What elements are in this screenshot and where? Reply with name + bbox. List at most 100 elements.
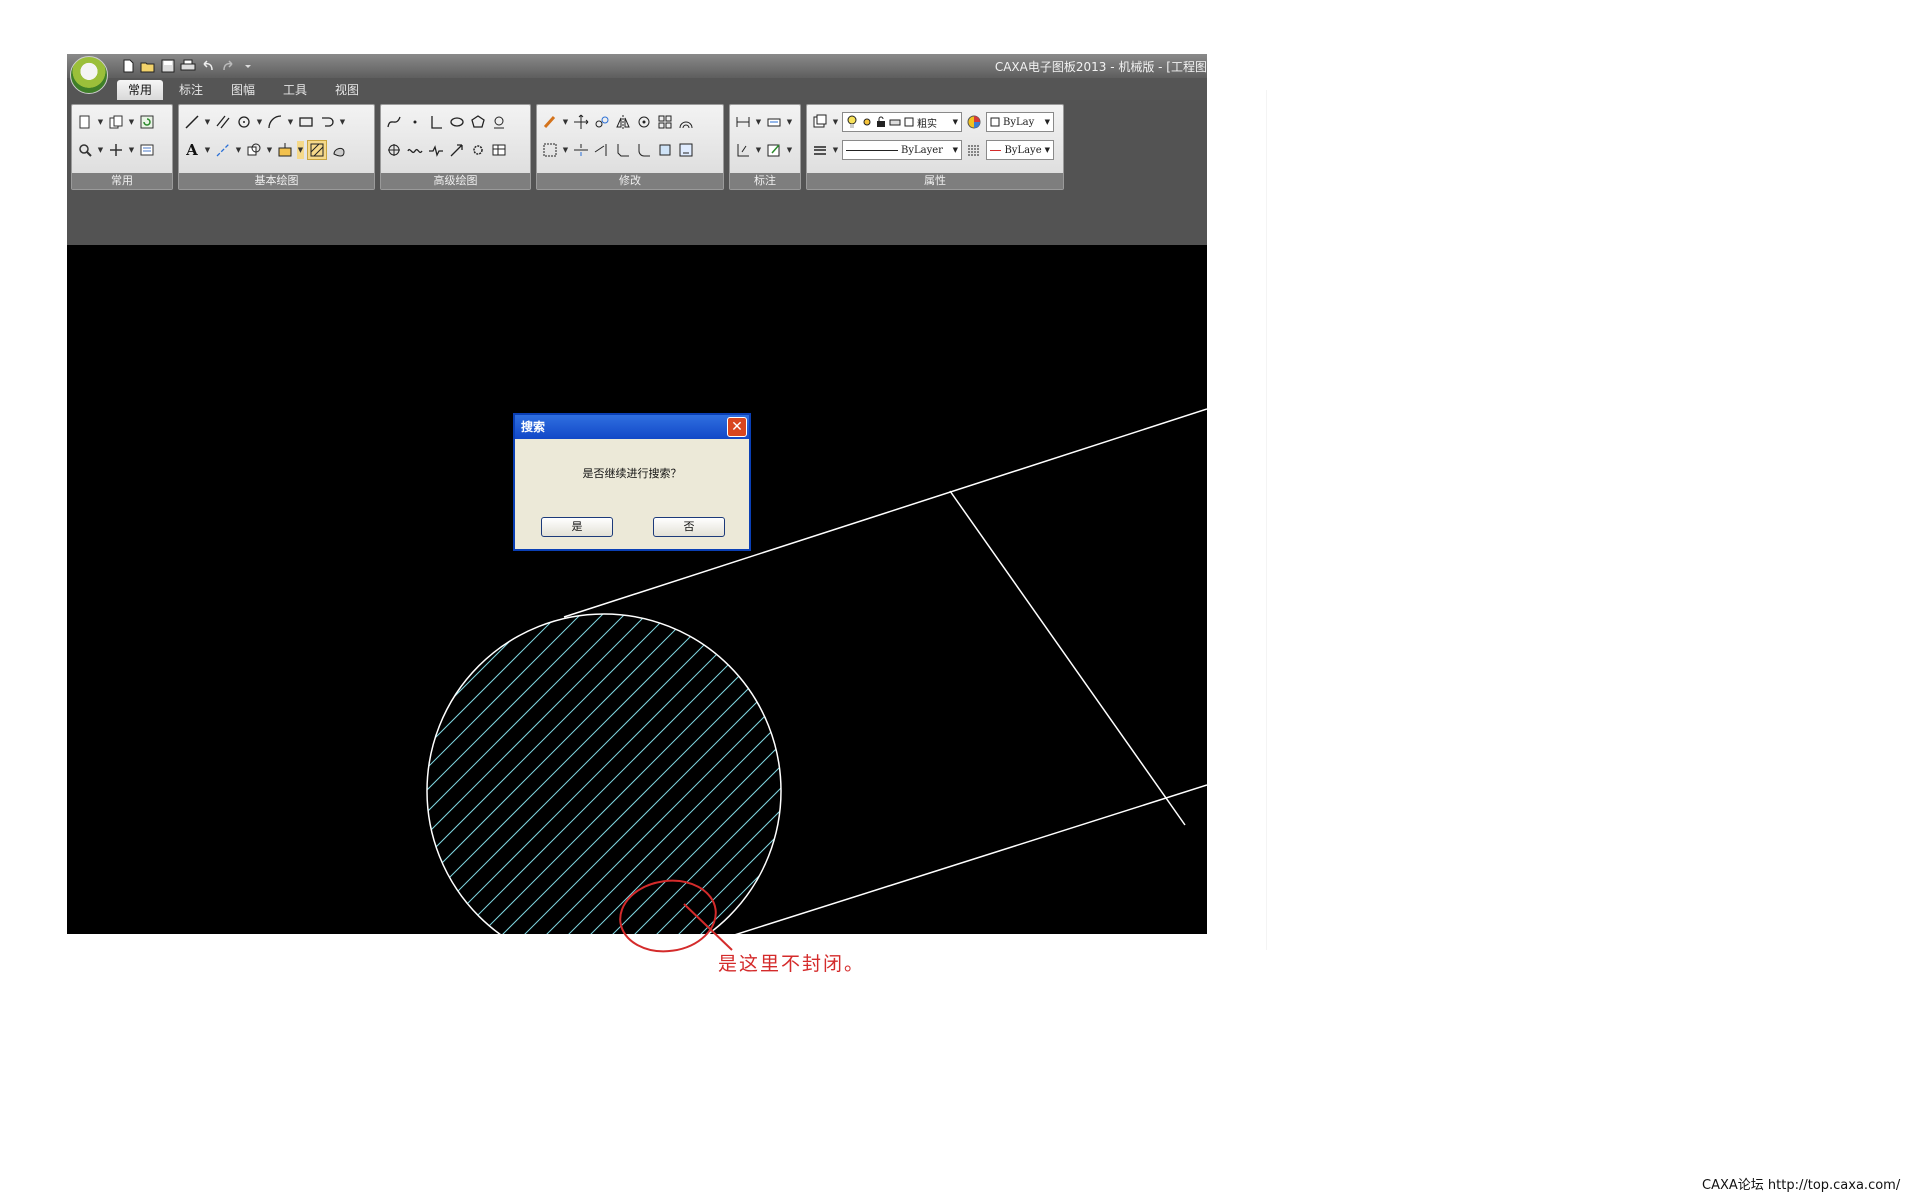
center-mark-icon[interactable]: [385, 141, 403, 159]
hatch-line: [427, 614, 561, 934]
copy-icon[interactable]: [107, 113, 125, 131]
dimension-icon[interactable]: [734, 113, 752, 131]
tab-shitu[interactable]: 视图: [327, 80, 367, 100]
coordinate-dimension-icon[interactable]: [734, 141, 752, 159]
arrow-icon[interactable]: [448, 141, 466, 159]
group-properties: ▼ 粗实 ▼ ByLay ▼ ▼ ByLayer ▼ ByLaye ▼ 属性: [806, 104, 1064, 190]
dropdown-arrow-icon[interactable]: ▼: [832, 113, 839, 131]
group-advanced-draw: 高级绘图: [380, 104, 531, 190]
group-common-row2: ▼ ▼: [76, 139, 156, 161]
no-button[interactable]: 否: [653, 517, 725, 537]
new-file-icon[interactable]: [119, 58, 137, 74]
select-window-icon[interactable]: [541, 141, 559, 159]
undo-icon[interactable]: [199, 58, 217, 74]
offset-icon[interactable]: [677, 113, 695, 131]
arc-icon[interactable]: [266, 113, 284, 131]
dropdown-arrow-icon[interactable]: ▼: [339, 113, 346, 131]
dropdown-arrow-icon[interactable]: ▼: [256, 113, 263, 131]
color-combo[interactable]: ByLay ▼: [986, 112, 1054, 132]
text-icon[interactable]: A: [183, 141, 201, 159]
layer-icon[interactable]: [811, 113, 829, 131]
hatch-line: [427, 614, 451, 934]
layer-combo[interactable]: 粗实 ▼: [842, 112, 962, 132]
circle-icon[interactable]: [235, 113, 253, 131]
application-menu-button[interactable]: [70, 56, 108, 94]
open-file-icon[interactable]: [139, 58, 157, 74]
line-icon[interactable]: [183, 113, 201, 131]
centerline-icon[interactable]: [214, 141, 232, 159]
move-icon[interactable]: [572, 113, 590, 131]
drawing-canvas[interactable]: [67, 245, 1207, 934]
tab-gongju[interactable]: 工具: [275, 80, 315, 100]
dropdown-arrow-icon[interactable]: ▼: [97, 141, 104, 159]
tab-tufu[interactable]: 图幅: [223, 80, 263, 100]
dropdown-arrow-icon[interactable]: ▼: [297, 141, 304, 159]
gear-icon[interactable]: [469, 141, 487, 159]
explode-icon[interactable]: [656, 141, 674, 159]
stretch-icon[interactable]: [677, 141, 695, 159]
close-icon[interactable]: ✕: [727, 417, 747, 437]
perpendicular-line-icon[interactable]: [427, 113, 445, 131]
edit-dimension-icon[interactable]: [765, 141, 783, 159]
yes-button[interactable]: 是: [541, 517, 613, 537]
wave-line-icon[interactable]: [406, 141, 424, 159]
qat-customize-icon[interactable]: [239, 58, 257, 74]
color-wheel-icon[interactable]: [965, 113, 983, 131]
mirror-icon[interactable]: [614, 113, 632, 131]
redo-icon[interactable]: [219, 58, 237, 74]
hatch-line: [753, 614, 781, 934]
group-dimension-row1: ▼ ▼: [734, 111, 793, 133]
fillet-icon[interactable]: [635, 141, 653, 159]
dropdown-arrow-icon[interactable]: ▼: [235, 141, 242, 159]
tab-changyong[interactable]: 常用: [117, 80, 163, 100]
linetype-scale-icon[interactable]: [965, 141, 983, 159]
insert-image-icon[interactable]: [276, 141, 294, 159]
dropdown-arrow-icon[interactable]: ▼: [204, 113, 211, 131]
break-line-icon[interactable]: [427, 141, 445, 159]
lineweight-icon[interactable]: [811, 141, 829, 159]
dropdown-arrow-icon[interactable]: ▼: [266, 141, 273, 159]
dropdown-arrow-icon[interactable]: ▼: [755, 113, 762, 131]
rectangle-icon[interactable]: [297, 113, 315, 131]
hole-icon[interactable]: [490, 113, 508, 131]
polyline-icon[interactable]: [318, 113, 336, 131]
pan-icon[interactable]: [107, 141, 125, 159]
properties-icon[interactable]: [138, 141, 156, 159]
dropdown-arrow-icon[interactable]: ▼: [128, 141, 135, 159]
chamfer-icon[interactable]: [614, 141, 632, 159]
dropdown-arrow-icon[interactable]: ▼: [786, 141, 793, 159]
array-icon[interactable]: [656, 113, 674, 131]
linetype-combo[interactable]: ByLayer ▼: [842, 140, 962, 160]
block-icon[interactable]: [245, 141, 263, 159]
dropdown-arrow-icon[interactable]: ▼: [562, 113, 569, 131]
polygon-icon[interactable]: [469, 113, 487, 131]
copy-object-icon[interactable]: [593, 113, 611, 131]
new-icon[interactable]: [76, 113, 94, 131]
parallel-line-icon[interactable]: [214, 113, 232, 131]
tab-biaozhu[interactable]: 标注: [171, 80, 211, 100]
dropdown-arrow-icon[interactable]: ▼: [562, 141, 569, 159]
zoom-icon[interactable]: [76, 141, 94, 159]
point-icon[interactable]: [406, 113, 424, 131]
dropdown-arrow-icon[interactable]: ▼: [287, 113, 294, 131]
extend-icon[interactable]: [593, 141, 611, 159]
lineweight-combo[interactable]: ByLaye ▼: [986, 140, 1054, 160]
print-icon[interactable]: [179, 58, 197, 74]
delete-icon[interactable]: [541, 113, 559, 131]
refresh-icon[interactable]: [138, 113, 156, 131]
dropdown-arrow-icon[interactable]: ▼: [786, 113, 793, 131]
text-annotation-icon[interactable]: [765, 113, 783, 131]
rotate-icon[interactable]: [635, 113, 653, 131]
dropdown-arrow-icon[interactable]: ▼: [755, 141, 762, 159]
table-icon[interactable]: [490, 141, 508, 159]
spline-icon[interactable]: [385, 113, 403, 131]
save-icon[interactable]: [159, 58, 177, 74]
ellipse-icon[interactable]: [448, 113, 466, 131]
dropdown-arrow-icon[interactable]: ▼: [128, 113, 135, 131]
fill-icon[interactable]: [330, 141, 348, 159]
dropdown-arrow-icon[interactable]: ▼: [204, 141, 211, 159]
dropdown-arrow-icon[interactable]: ▼: [832, 141, 839, 159]
trim-icon[interactable]: [572, 141, 590, 159]
hatch-icon[interactable]: [307, 140, 327, 160]
dropdown-arrow-icon[interactable]: ▼: [97, 113, 104, 131]
